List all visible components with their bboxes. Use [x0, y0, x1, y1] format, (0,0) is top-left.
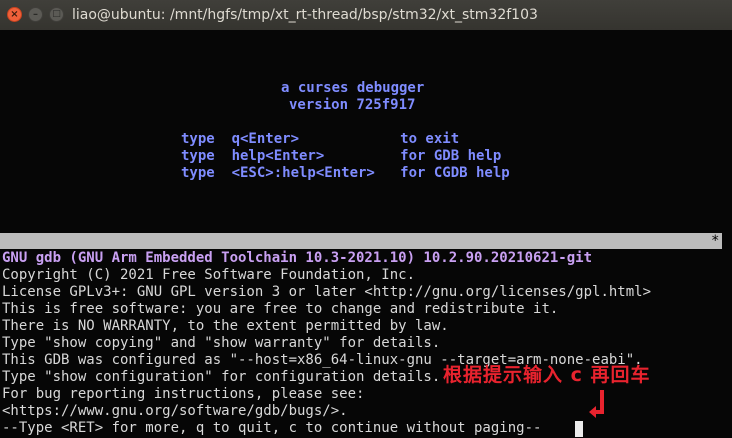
- gdb-output-line: Copyright (C) 2021 Free Software Foundat…: [2, 267, 416, 283]
- splash-help-3: type <ESC>:help<Enter> for CGDB help: [181, 165, 510, 181]
- gdb-output-line: There is NO WARRANTY, to the extent perm…: [2, 318, 449, 334]
- maximize-button[interactable]: □: [49, 7, 64, 22]
- window-title: liao@ubuntu: /mnt/hgfs/tmp/xt_rt-thread/…: [72, 7, 538, 23]
- terminal-window: × – □ liao@ubuntu: /mnt/hgfs/tmp/xt_rt-t…: [0, 0, 732, 438]
- minimize-button[interactable]: –: [28, 7, 43, 22]
- splash-line-1: a curses debugger: [281, 80, 425, 96]
- splash-help-2: type help<Enter> for GDB help: [181, 148, 502, 164]
- annotation-text: 根据提示输入 c 再回车: [443, 364, 651, 386]
- splash-help-1: type q<Enter> to exit: [181, 131, 460, 147]
- status-bar[interactable]: [0, 233, 722, 249]
- splash-line-2: version 725f917: [289, 97, 416, 113]
- annotation-arrow-icon: [589, 390, 604, 418]
- close-button[interactable]: ×: [7, 7, 22, 22]
- gdb-output-line: Type "show copying" and "show warranty" …: [2, 335, 441, 351]
- title-bar[interactable]: × – □ liao@ubuntu: /mnt/hgfs/tmp/xt_rt-t…: [0, 0, 732, 31]
- gdb-output-line: License GPLv3+: GNU GPL version 3 or lat…: [2, 284, 652, 300]
- pager-prompt[interactable]: --Type <RET> for more, q to quit, c to c…: [2, 420, 541, 437]
- gdb-version-line: GNU gdb (GNU Arm Embedded Toolchain 10.3…: [2, 250, 593, 266]
- gdb-output-line: <https://www.gnu.org/software/gdb/bugs/>…: [2, 403, 348, 419]
- gdb-output-line: Type "show configuration" for configurat…: [2, 369, 441, 385]
- gdb-output-line: This is free software: you are free to c…: [2, 301, 559, 317]
- status-bar-marker: *: [711, 233, 720, 249]
- text-cursor: [575, 421, 583, 437]
- gdb-output-line: For bug reporting instructions, please s…: [2, 386, 365, 402]
